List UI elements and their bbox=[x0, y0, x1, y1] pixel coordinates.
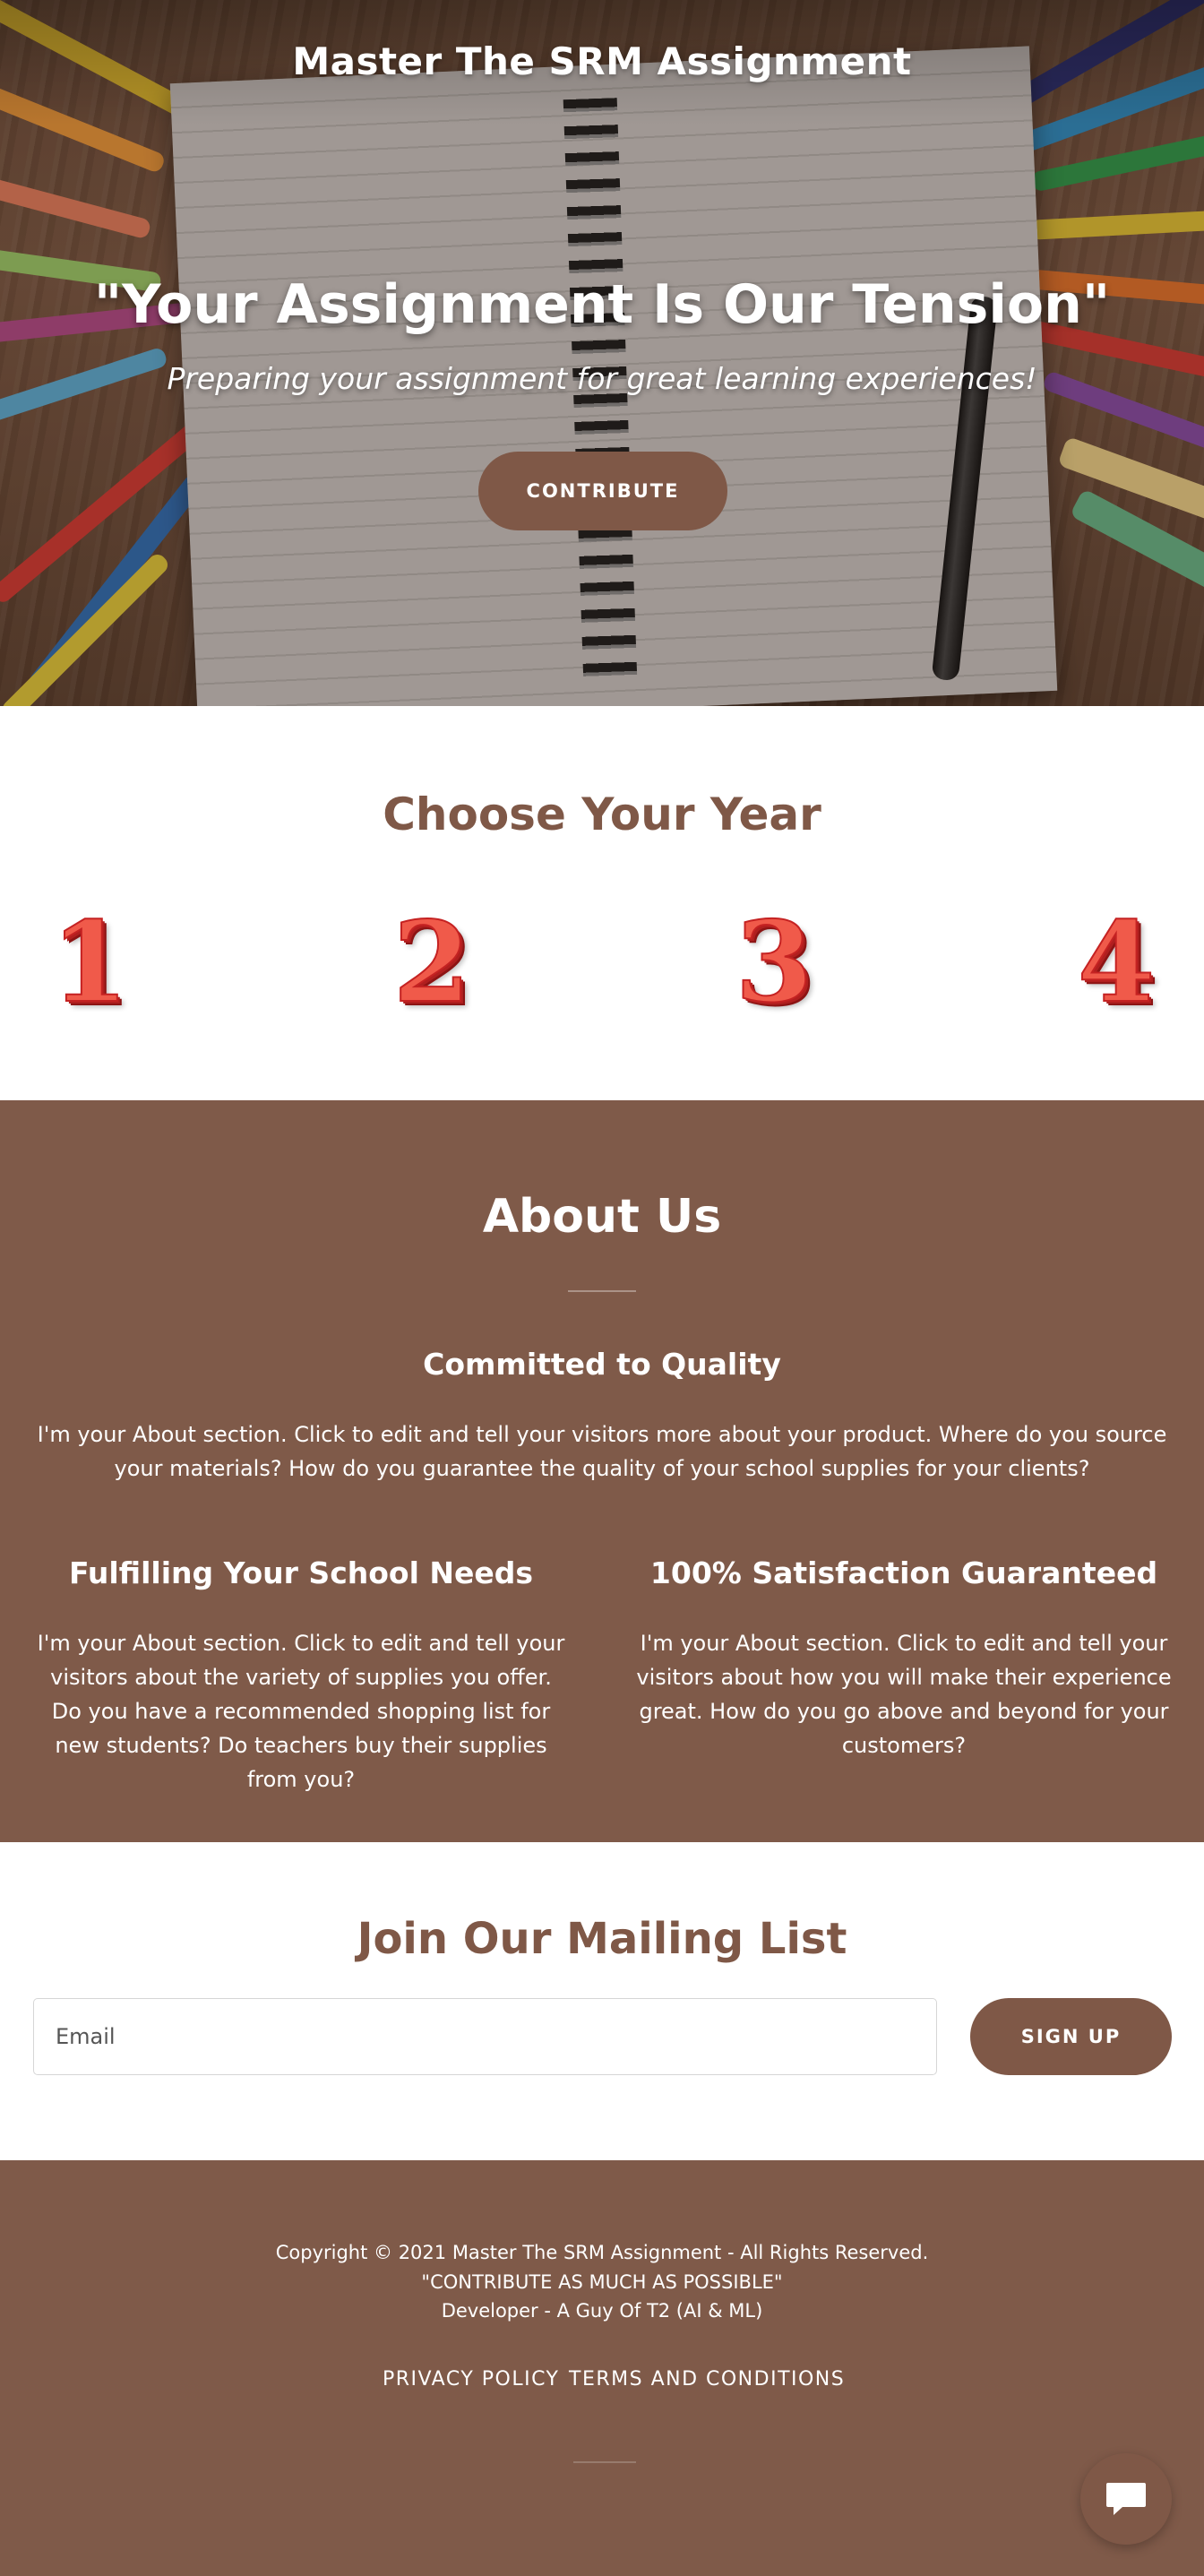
footer-tagline: "CONTRIBUTE AS MUCH AS POSSIBLE" bbox=[421, 2271, 783, 2293]
hero-heading: "Your Assignment Is Our Tension" bbox=[93, 273, 1111, 336]
year-4-link[interactable]: 4 bbox=[1071, 904, 1161, 1022]
about-main-text: I'm your About section. Click to edit an… bbox=[37, 1422, 1167, 1481]
about-col2-text: I'm your About section. Click to edit an… bbox=[636, 1631, 1172, 1758]
footer: Copyright © 2021 Master The SRM Assignme… bbox=[0, 2160, 1204, 2576]
mailing-list-title: Join Our Mailing List bbox=[357, 1914, 847, 1964]
hero-subheading: Preparing your assignment for great lear… bbox=[167, 361, 1037, 396]
footer-copyright: Copyright © 2021 Master The SRM Assignme… bbox=[275, 2242, 929, 2263]
year-2-link[interactable]: 2 bbox=[387, 904, 477, 1022]
choose-year-title: Choose Your Year bbox=[383, 788, 821, 840]
contribute-button[interactable]: CONTRIBUTE bbox=[478, 452, 727, 530]
email-field[interactable] bbox=[33, 1998, 937, 2075]
hero-section: Master The SRM Assignment "Your Assignme… bbox=[0, 0, 1204, 706]
site-title[interactable]: Master The SRM Assignment bbox=[0, 39, 1204, 83]
terms-and-conditions-link[interactable]: TERMS AND CONDITIONS bbox=[569, 2368, 845, 2391]
chat-button[interactable] bbox=[1080, 2453, 1172, 2545]
about-section: About Us Committed to Quality I'm your A… bbox=[0, 1100, 1204, 1842]
footer-divider bbox=[573, 2461, 636, 2463]
about-col1-text: I'm your About section. Click to edit an… bbox=[37, 1631, 565, 1792]
footer-developer: Developer - A Guy Of T2 (AI & ML) bbox=[441, 2300, 763, 2322]
about-main-heading: Committed to Quality bbox=[423, 1347, 781, 1382]
about-title: About Us bbox=[482, 1190, 722, 1244]
year-1-link[interactable]: 1 bbox=[45, 904, 134, 1022]
sign-up-button[interactable]: SIGN UP bbox=[970, 1998, 1172, 2075]
year-3-link[interactable]: 3 bbox=[729, 904, 819, 1022]
privacy-policy-link[interactable]: PRIVACY POLICY bbox=[383, 2368, 560, 2391]
about-col2-heading: 100% Satisfaction Guaranteed bbox=[649, 1555, 1158, 1590]
about-divider bbox=[568, 1290, 636, 1292]
chat-bubble-icon bbox=[1106, 2483, 1146, 2515]
about-col1-heading: Fulfilling Your School Needs bbox=[68, 1555, 534, 1590]
